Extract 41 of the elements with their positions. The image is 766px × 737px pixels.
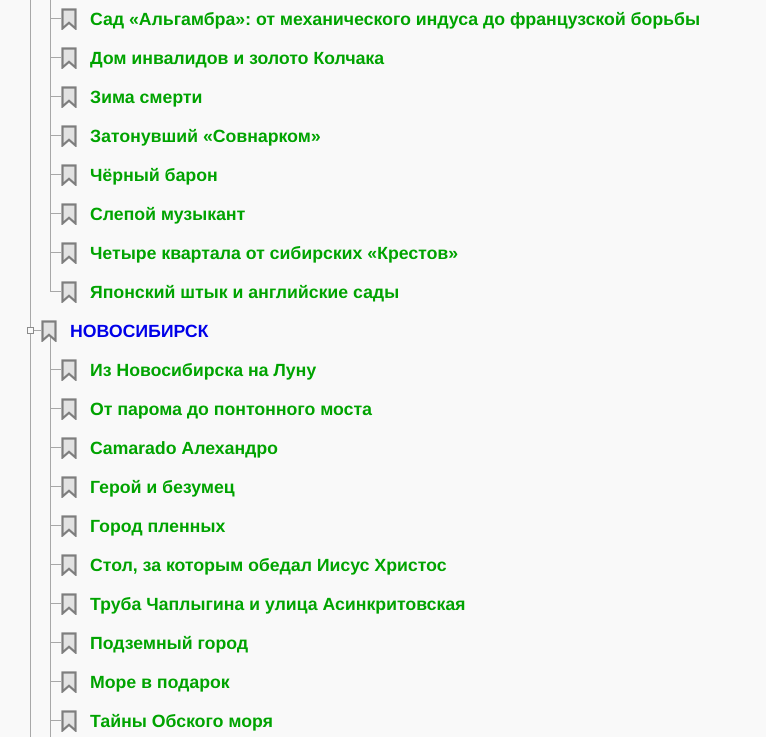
bookmark-icon (41, 320, 57, 342)
bookmark-item[interactable]: Чёрный барон (90, 164, 218, 186)
bookmark-icon (61, 202, 77, 224)
bookmark-icon (61, 632, 77, 654)
bookmark-icon (61, 398, 77, 420)
bookmark-icon (61, 86, 77, 108)
bookmark-icon (61, 436, 77, 458)
bookmark-icon (61, 670, 77, 692)
tree-connector (50, 701, 61, 737)
bookmark-item[interactable]: Японский штык и английские сады (90, 280, 400, 302)
section-bookmark[interactable]: НОВОСИБИРСК (70, 320, 208, 342)
bookmark-icon (61, 124, 77, 146)
bookmark-item[interactable]: Camarado Алехандро (90, 436, 278, 458)
bookmark-icon (61, 358, 77, 380)
bookmark-icon (61, 280, 77, 302)
bookmark-item[interactable]: Море в подарок (90, 670, 230, 692)
bookmark-icon (61, 592, 77, 614)
bookmark-icon (61, 46, 77, 68)
bookmark-icon (61, 164, 77, 186)
bookmark-item[interactable]: Труба Чаплыгина и улица Асинкритовская (90, 592, 466, 614)
bookmark-item[interactable]: Стол, за которым обедал Иисус Христос (90, 554, 447, 576)
bookmark-item[interactable]: Тайны Обского моря (90, 710, 273, 732)
bookmark-icon (61, 242, 77, 264)
bookmark-item[interactable]: Зима смерти (90, 86, 202, 108)
bookmark-item[interactable]: Подземный город (90, 632, 248, 654)
bookmark-item[interactable]: Затонувший «Совнарком» (90, 124, 321, 146)
bookmark-item[interactable]: Город пленных (90, 514, 226, 536)
bookmark-item[interactable]: Четыре квартала от сибирских «Крестов» (90, 242, 458, 264)
bookmark-icon (61, 476, 77, 498)
bookmark-icon (61, 554, 77, 576)
bookmark-item[interactable]: От парома до понтонного моста (90, 398, 372, 420)
bookmark-icon (61, 710, 77, 732)
bookmark-icon (61, 8, 77, 30)
tree-connector (50, 0, 61, 38)
collapse-toggle[interactable] (27, 327, 34, 334)
bookmark-item[interactable]: Дом инвалидов и золото Колчака (90, 46, 384, 68)
bookmark-item[interactable]: Слепой музыкант (90, 202, 246, 224)
bookmark-item[interactable]: Сад «Альгамбра»: от механического индуса до французской борьбы (90, 8, 700, 30)
bookmark-icon (61, 514, 77, 536)
bookmark-item[interactable]: Из Новосибирска на Луну (90, 358, 316, 380)
bookmark-item[interactable]: Герой и безумец (90, 476, 235, 498)
